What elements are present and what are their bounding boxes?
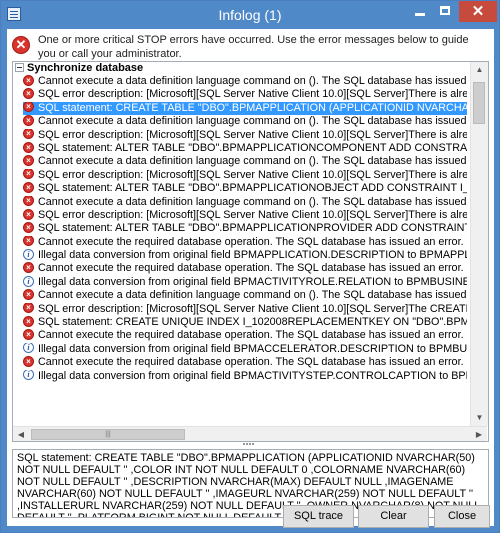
error-icon: × [23, 88, 34, 100]
error-icon: × [23, 289, 34, 300]
tree-row-text: SQL error description: [Microsoft][SQL S… [38, 168, 467, 181]
tree-row-text: Illegal data conversion from original fi… [38, 369, 467, 382]
tree-row-text: SQL statement: ALTER TABLE "DBO".BPMAPPL… [38, 141, 467, 154]
error-icon: × [23, 262, 34, 274]
splitter-handle[interactable] [243, 443, 257, 447]
maximize-button[interactable] [433, 1, 459, 22]
tree-row[interactable]: × Cannot execute the required database op… [23, 262, 467, 275]
tree-row[interactable]: × SQL statement: ALTER TABLE "DBO".BPMAPP… [23, 182, 467, 195]
stop-error-icon: ✕ [12, 36, 30, 54]
tree-row-text: SQL statement: CREATE UNIQUE INDEX I_102… [38, 316, 467, 329]
error-icon: × [23, 195, 34, 207]
header-message: One or more critical STOP errors have oc… [38, 34, 469, 60]
title-bar[interactable]: Infolog (1) ✕ [1, 1, 499, 29]
close-button[interactable]: Close [434, 505, 490, 528]
scroll-down-icon[interactable]: ▼ [471, 410, 488, 426]
tree-row-text: SQL statement: ALTER TABLE "DBO".BPMAPPL… [38, 182, 467, 195]
error-icon: × [23, 168, 34, 180]
tree-row[interactable]: × SQL error description: [Microsoft][SQL … [23, 88, 467, 101]
tree-row[interactable]: × SQL statement: ALTER TABLE "DBO".BPMAPP… [23, 222, 467, 235]
error-icon: × [23, 155, 34, 166]
error-icon: × [23, 101, 34, 113]
tree-row-text: Illegal data conversion from original fi… [38, 249, 467, 262]
tree-row-text: Cannot execute the required database ope… [38, 262, 464, 275]
tree-row-text: Cannot execute the required database ope… [38, 356, 464, 369]
scroll-left-icon[interactable]: ◀ [13, 427, 29, 441]
info-icon: i [23, 369, 34, 381]
tree-row-text: Cannot execute a data definition languag… [38, 115, 467, 128]
maximize-icon [440, 6, 450, 15]
error-icon: × [23, 208, 34, 220]
tree-row[interactable]: × Cannot execute the required database op… [23, 329, 467, 342]
tree-row[interactable]: × Cannot execute a data definition langua… [23, 115, 467, 128]
error-icon: × [23, 128, 34, 140]
error-icon: × [23, 302, 34, 314]
tree-row-text: Cannot execute a data definition languag… [38, 155, 467, 168]
error-icon: × [23, 141, 34, 153]
tree-row[interactable]: i Illegal data conversion from original f… [23, 275, 467, 289]
tree-row[interactable]: × SQL statement: CREATE TABLE "DBO".BPMAP… [23, 101, 467, 116]
tree-row[interactable]: i Illegal data conversion from original f… [23, 369, 467, 383]
horizontal-scroll-thumb[interactable]: ||| [31, 429, 185, 440]
tree-rows: × Cannot execute a data definition langua… [23, 75, 467, 383]
tree-row[interactable]: × SQL error description: [Microsoft][SQL … [23, 168, 467, 182]
tree-row[interactable]: × SQL error description: [Microsoft][SQL … [23, 208, 467, 222]
tree-root[interactable]: Synchronize database [15, 62, 143, 75]
clear-button[interactable]: Clear [358, 505, 429, 528]
tree-row-text: SQL statement: ALTER TABLE "DBO".BPMAPPL… [38, 222, 467, 235]
close-icon: ✕ [471, 3, 485, 20]
close-window-button[interactable]: ✕ [459, 1, 497, 22]
error-icon: × [23, 329, 34, 341]
collapse-icon[interactable] [15, 62, 24, 72]
tree-row-text: SQL error description: [Microsoft][SQL S… [38, 302, 467, 315]
vertical-scrollbar[interactable]: ▲ ▼ [470, 62, 488, 426]
tree-row-text: Cannot execute the required database ope… [38, 235, 464, 248]
error-icon: × [23, 235, 34, 247]
tree-row-text: Illegal data conversion from original fi… [38, 342, 467, 355]
tree-row[interactable]: × SQL statement: ALTER TABLE "DBO".BPMAPP… [23, 141, 467, 155]
info-icon: i [23, 249, 34, 260]
tree-row-text: SQL error description: [Microsoft][SQL S… [38, 128, 467, 141]
tree-row[interactable]: × SQL statement: CREATE UNIQUE INDEX I_10… [23, 316, 467, 329]
client-area: ✕ One or more critical STOP errors have … [7, 29, 494, 528]
tree-row[interactable]: × Cannot execute a data definition langua… [23, 155, 467, 168]
horizontal-scrollbar[interactable]: ◀ ||| ▶ [13, 426, 487, 441]
scroll-right-icon[interactable]: ▶ [471, 427, 487, 441]
tree-row[interactable]: × Cannot execute the required database op… [23, 235, 467, 249]
tree-row-text: Cannot execute the required database ope… [38, 329, 464, 342]
tree-row-text: SQL statement: CREATE TABLE "DBO".BPMAPP… [38, 101, 467, 114]
info-icon: i [23, 342, 34, 354]
tree-row[interactable]: × Cannot execute the required database op… [23, 356, 467, 369]
error-icon: × [23, 316, 34, 327]
tree-row-text: Cannot execute a data definition languag… [38, 75, 467, 87]
error-icon: × [23, 75, 34, 86]
sql-trace-button[interactable]: SQL trace [283, 505, 354, 528]
error-icon: × [23, 222, 34, 233]
tree-row-text: Illegal data conversion from original fi… [38, 275, 467, 288]
tree-row[interactable]: × SQL error description: [Microsoft][SQL … [23, 302, 467, 316]
error-icon: × [23, 356, 34, 367]
tree-row[interactable]: × Cannot execute a data definition langua… [23, 289, 467, 302]
tree-row-text: Cannot execute a data definition languag… [38, 289, 467, 302]
info-icon: i [23, 275, 34, 287]
scroll-up-icon[interactable]: ▲ [471, 62, 488, 78]
tree-row-text: SQL error description: [Microsoft][SQL S… [38, 88, 467, 101]
message-tree[interactable]: Synchronize database × Cannot execute a d… [12, 61, 489, 442]
tree-row-text: SQL error description: [Microsoft][SQL S… [38, 208, 467, 221]
error-icon: × [23, 182, 34, 193]
tree-row[interactable]: × Cannot execute a data definition langua… [23, 75, 467, 88]
tree-root-label: Synchronize database [27, 62, 144, 74]
grip-icon: ||| [105, 431, 111, 438]
error-icon: × [23, 115, 34, 126]
tree-row-text: Cannot execute a data definition languag… [38, 195, 467, 208]
tree-row[interactable]: × SQL error description: [Microsoft][SQL … [23, 128, 467, 142]
minimize-button[interactable] [407, 1, 433, 22]
tree-row[interactable]: i Illegal data conversion from original f… [23, 342, 467, 356]
minimize-icon [415, 13, 425, 16]
infolog-window: Infolog (1) ✕ ✕ One or more critical STO… [0, 0, 500, 533]
vertical-scroll-thumb[interactable] [473, 82, 485, 124]
tree-row[interactable]: i Illegal data conversion from original f… [23, 249, 467, 262]
tree-row[interactable]: × Cannot execute a data definition langua… [23, 195, 467, 209]
